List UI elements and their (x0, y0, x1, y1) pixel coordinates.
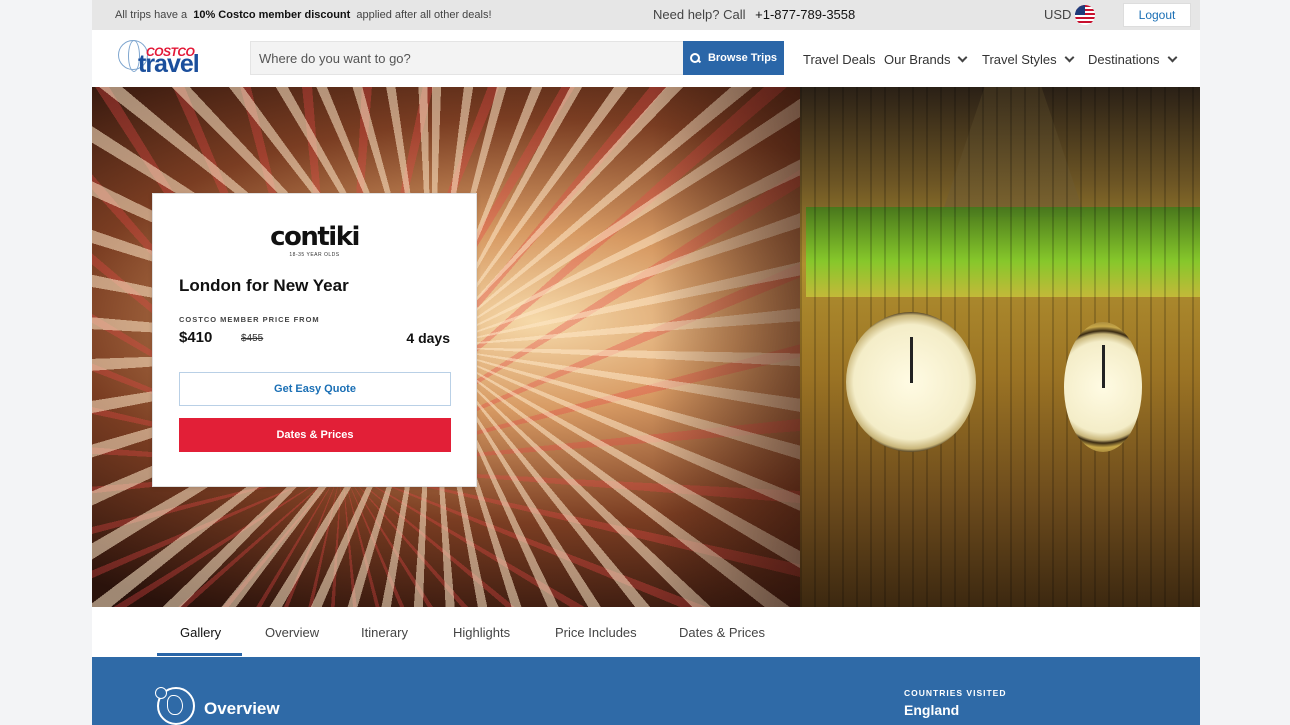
tab-gallery[interactable]: Gallery (180, 625, 221, 640)
promo-bar: All trips have a 10% Costco member disco… (92, 0, 1200, 30)
nav-destinations[interactable]: Destinations (1088, 52, 1177, 67)
hero-shade (652, 87, 812, 607)
tab-price-includes[interactable]: Price Includes (555, 625, 637, 640)
tab-highlights[interactable]: Highlights (453, 625, 510, 640)
promo-prefix: All trips have a (115, 9, 188, 21)
browse-trips-label: Browse Trips (707, 52, 778, 64)
member-price: $410 (179, 329, 213, 346)
countries-visited-value: England (904, 702, 960, 718)
tab-overview[interactable]: Overview (265, 625, 319, 640)
nav-our-brands[interactable]: Our Brands (884, 52, 968, 67)
globe-icon (155, 687, 195, 725)
chevron-down-icon (1064, 52, 1075, 63)
us-flag-icon[interactable] (1075, 5, 1095, 25)
active-tab-indicator (157, 653, 242, 656)
original-price: $455 (241, 333, 264, 344)
nav-label: Destinations (1088, 52, 1160, 67)
search-icon (689, 52, 701, 64)
nav-label: Travel Styles (982, 52, 1057, 67)
tab-itinerary[interactable]: Itinerary (361, 625, 408, 640)
costco-travel-logo[interactable]: COSTCO travel (118, 38, 204, 78)
promo-suffix: applied after all other deals! (356, 9, 492, 21)
contiki-logo: contiki 18-35 YEAR OLDS (153, 224, 476, 258)
logo-travel-text: travel (138, 50, 200, 78)
section-tabs: Gallery Overview Itinerary Highlights Pr… (92, 607, 1200, 657)
nav-label: Travel Deals (803, 52, 876, 67)
help-contact: Need help? Call +1-877-789-3558 (653, 7, 855, 22)
trip-card: contiki 18-35 YEAR OLDS London for New Y… (152, 193, 477, 487)
nav-travel-deals[interactable]: Travel Deals (803, 52, 875, 67)
logout-button[interactable]: Logout (1123, 3, 1191, 27)
overview-title: Overview (204, 699, 280, 718)
get-easy-quote-button[interactable]: Get Easy Quote (179, 372, 451, 406)
chevron-down-icon (1167, 52, 1177, 63)
brand-name: contiki (270, 222, 360, 252)
clock-face (1064, 322, 1142, 452)
trip-duration: 4 days (406, 330, 450, 346)
big-ben-image (800, 87, 1200, 607)
tab-dates-prices[interactable]: Dates & Prices (679, 625, 765, 640)
help-text: Need help? Call (653, 7, 746, 22)
site-header: COSTCO travel Browse Trips Travel Deals … (92, 30, 1200, 87)
currency-label[interactable]: USD (1044, 7, 1071, 22)
overview-section: Overview COUNTRIES VISITED England (92, 657, 1200, 725)
promo-highlight: 10% Costco member discount (193, 9, 351, 21)
trip-title: London for New Year (179, 276, 349, 295)
clock-face (846, 312, 976, 452)
browse-trips-button[interactable]: Browse Trips (683, 41, 784, 75)
countries-visited-label: COUNTRIES VISITED (904, 688, 1007, 698)
promo-text: All trips have a 10% Costco member disco… (115, 9, 492, 21)
nav-label: Our Brands (884, 52, 951, 67)
search-box (250, 41, 684, 75)
brand-tagline: 18-35 YEAR OLDS (289, 252, 340, 258)
search-input[interactable] (251, 42, 683, 74)
chevron-down-icon (958, 52, 968, 63)
phone-link[interactable]: +1-877-789-3558 (755, 7, 855, 22)
dates-prices-button[interactable]: Dates & Prices (179, 418, 451, 452)
nav-travel-styles[interactable]: Travel Styles (982, 52, 1075, 67)
price-label: COSTCO MEMBER PRICE FROM (179, 315, 320, 324)
